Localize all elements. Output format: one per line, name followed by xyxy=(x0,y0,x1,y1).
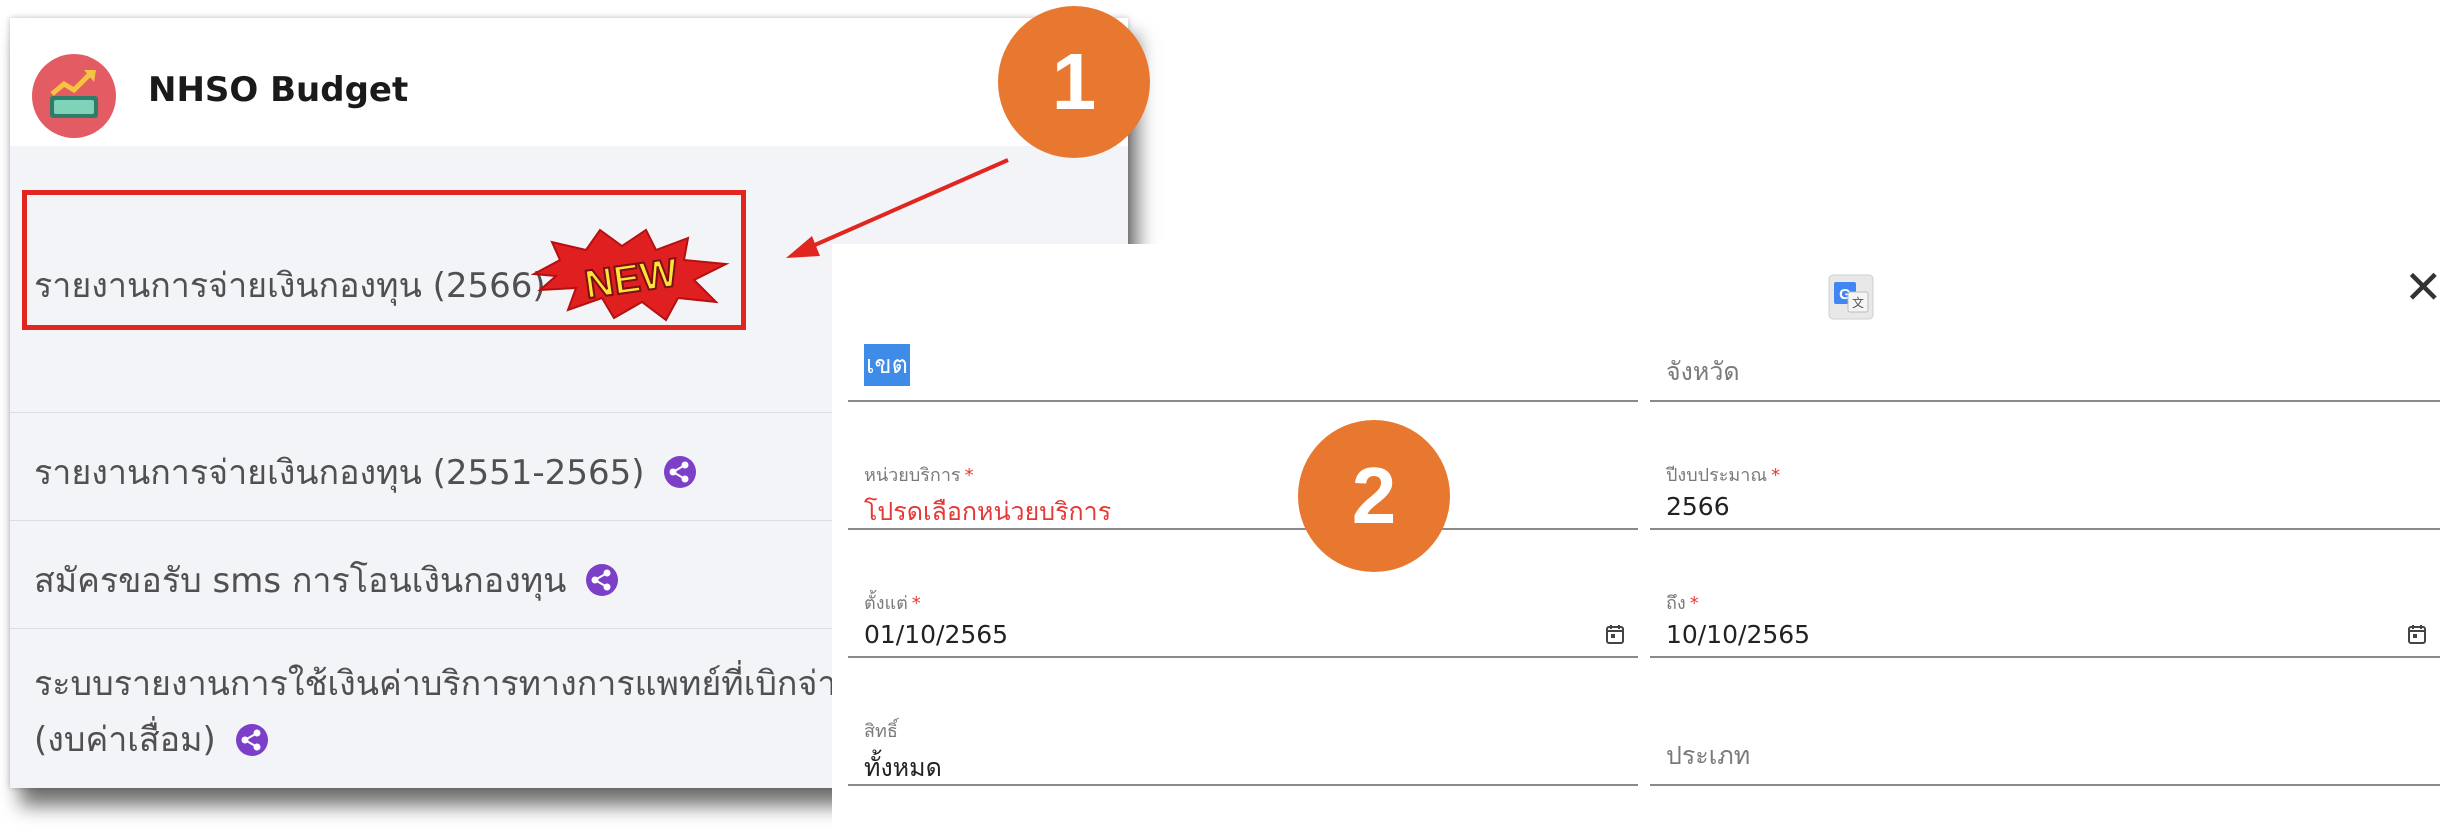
province-placeholder: จังหวัด xyxy=(1666,357,1740,386)
google-translate-icon[interactable]: G 文 xyxy=(1828,274,1874,320)
fiscal-year-value: 2566 xyxy=(1666,492,1730,521)
calendar-icon[interactable] xyxy=(2408,624,2426,644)
svg-text:文: 文 xyxy=(1852,295,1864,310)
zone-field[interactable]: เขต xyxy=(848,324,1638,402)
right-label: สิทธิ์ xyxy=(864,721,898,742)
service-unit-label: หน่วยบริการ * xyxy=(864,465,974,486)
calendar-icon[interactable] xyxy=(1606,624,1624,644)
share-icon xyxy=(235,723,268,756)
fiscal-year-label: ปีงบประมาณ * xyxy=(1666,465,1781,486)
province-field[interactable]: จังหวัด xyxy=(1650,324,2440,402)
menu-item-label-line2: (งบค่าเสื่อม) xyxy=(34,719,216,760)
share-icon xyxy=(664,456,697,488)
app-title: NHSO Budget xyxy=(148,70,409,110)
fiscal-year-field[interactable]: ปีงบประมาณ * 2566 xyxy=(1650,452,2440,530)
type-placeholder: ประเภท xyxy=(1666,741,1751,770)
type-field[interactable]: ประเภท xyxy=(1650,708,2440,786)
menu-item-label: ระบบรายงานการใช้เงินค่าบริการทางการแพทย์… xyxy=(34,664,874,704)
step-2-marker: 2 xyxy=(1298,420,1450,572)
from-date-value: 01/10/2565 xyxy=(864,620,1009,649)
step-1-marker: 1 xyxy=(998,6,1150,158)
menu-item-label: สมัครขอรับ sms การโอนเงินกองทุน xyxy=(34,561,567,601)
filter-form-dialog: G 文 ✕ เขต จังหวัด หน่วยบริการ * โปรดเลือก… xyxy=(832,244,2448,834)
money-graph-icon xyxy=(32,54,116,138)
to-date-field[interactable]: ถึง * 10/10/2565 xyxy=(1650,580,2440,658)
to-date-value: 10/10/2565 xyxy=(1666,620,1811,649)
right-value: ทั้งหมด xyxy=(864,753,942,782)
menu-header: NHSO Budget xyxy=(10,18,1128,147)
from-date-label: ตั้งแต่ * xyxy=(864,593,921,614)
new-badge: NEW xyxy=(530,228,730,322)
zone-placeholder: เขต xyxy=(864,344,910,386)
service-unit-value: โปรดเลือกหน่วยบริการ xyxy=(864,497,1112,526)
service-unit-field[interactable]: หน่วยบริการ * โปรดเลือกหน่วยบริการ xyxy=(848,452,1638,530)
from-date-field[interactable]: ตั้งแต่ * 01/10/2565 xyxy=(848,580,1638,658)
share-icon xyxy=(586,564,619,596)
menu-item-label: รายงานการจ่ายเงินกองทุน (2551-2565) xyxy=(34,453,645,493)
to-date-label: ถึง * xyxy=(1666,593,1699,614)
right-field[interactable]: สิทธิ์ ทั้งหมด xyxy=(848,708,1638,786)
close-icon[interactable]: ✕ xyxy=(2404,264,2443,310)
